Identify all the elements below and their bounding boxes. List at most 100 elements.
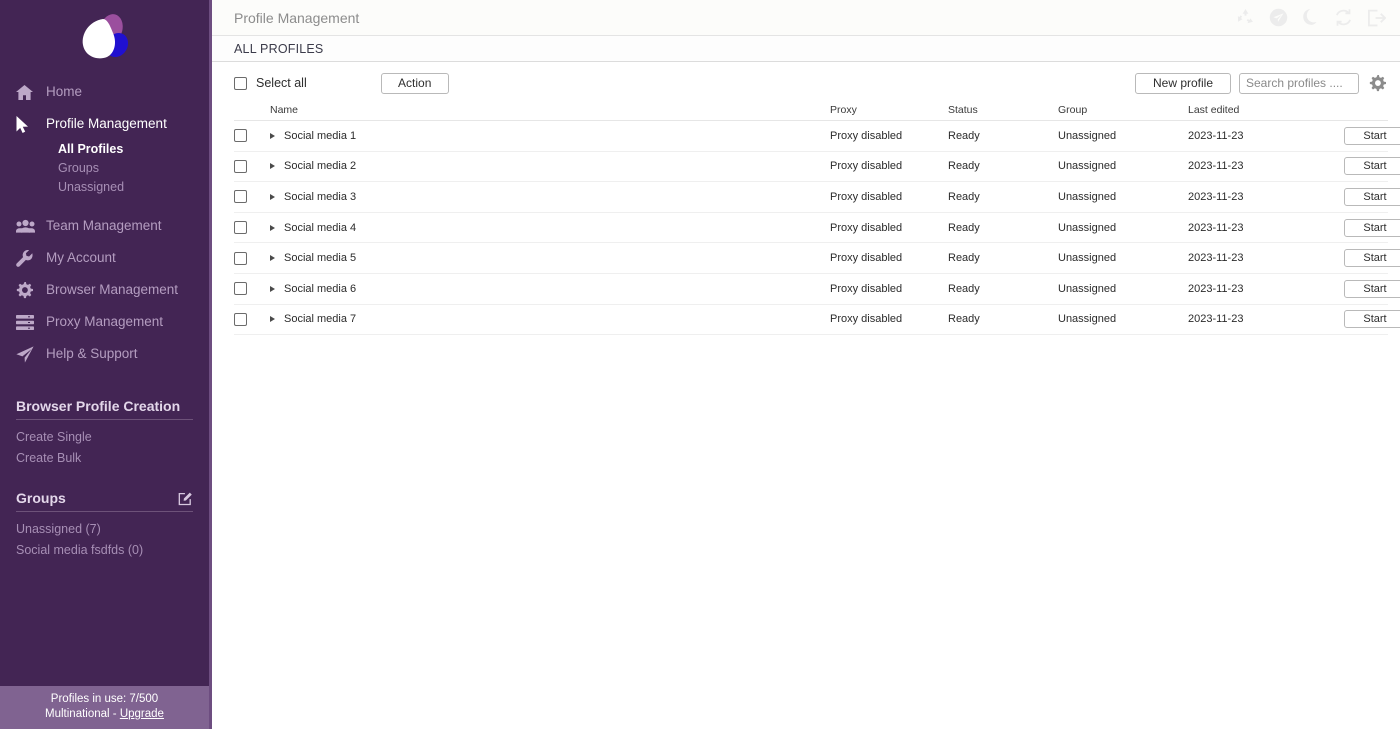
sidebar-item-label: Help & Support [46, 346, 138, 362]
butterfly-logo [82, 14, 128, 59]
row-last-edited: 2023-11-23 [1188, 313, 1244, 326]
row-name: Social media 5 [284, 252, 357, 265]
row-group: Unassigned [1058, 160, 1117, 173]
row-last-edited: 2023-11-23 [1188, 221, 1244, 234]
expand-caret-icon[interactable] [270, 163, 275, 170]
browser-profile-creation-section: Browser Profile Creation Create Single C… [0, 398, 209, 469]
row-group: Unassigned [1058, 282, 1117, 295]
refresh-icon[interactable] [1334, 8, 1353, 27]
moon-icon[interactable] [1302, 8, 1320, 27]
row-checkbox-cell [234, 251, 270, 265]
row-status: Ready [948, 160, 980, 173]
row-checkbox-cell [234, 312, 270, 326]
table-row[interactable]: Social media 2 Proxy disabled Ready Unassig… [234, 152, 1400, 183]
telegram-icon[interactable] [1269, 8, 1288, 27]
row-checkbox[interactable] [234, 190, 247, 204]
new-profile-button[interactable]: New profile [1135, 72, 1231, 94]
row-status: Ready [948, 221, 980, 234]
expand-caret-icon[interactable] [270, 316, 275, 323]
sidebar-item-label: Proxy Management [46, 314, 164, 330]
create-single-link[interactable]: Create Single [16, 427, 193, 448]
table-toolbar: Select all Action New profile [212, 67, 1400, 99]
start-button[interactable]: Start [1344, 310, 1400, 329]
row-checkbox[interactable] [234, 251, 247, 265]
select-all-checkbox[interactable] [234, 76, 247, 90]
row-name: Social media 2 [284, 160, 357, 173]
start-button[interactable]: Start [1344, 249, 1400, 268]
expand-caret-icon[interactable] [270, 132, 275, 139]
select-all-control[interactable]: Select all [234, 76, 307, 90]
expand-caret-icon[interactable] [270, 285, 275, 292]
sidebar-item-home[interactable]: Home [0, 76, 209, 108]
table-row[interactable]: Social media 1 Proxy disabled Ready Unassig… [234, 121, 1400, 152]
section-links: Create Single Create Bulk [16, 420, 193, 469]
row-last-edited: 2023-11-23 [1188, 252, 1244, 265]
tab-bar: ALL PROFILES [212, 36, 1400, 62]
sidebar-item-proxy-management[interactable]: Proxy Management [0, 306, 209, 338]
expand-caret-icon[interactable] [270, 224, 275, 231]
groups-section: Groups Unassigned (7) Social media fsdfd… [0, 490, 209, 561]
sidebar-subitem-unassigned[interactable]: Unassigned [58, 178, 209, 197]
search-input[interactable] [1239, 72, 1359, 94]
section-title: Browser Profile Creation [16, 398, 181, 414]
row-last-edited: 2023-11-23 [1188, 190, 1244, 203]
users-icon [16, 219, 46, 233]
main-content: Profile Management ALL PROFILES Select a… [212, 0, 1400, 729]
row-checkbox[interactable] [234, 312, 247, 326]
group-link-social-media[interactable]: Social media fsdfds (0) [16, 540, 193, 561]
row-name-cell: Social media 6 [270, 283, 830, 295]
row-status: Ready [948, 129, 980, 142]
row-last-edited: 2023-11-23 [1188, 160, 1244, 173]
group-link-unassigned[interactable]: Unassigned (7) [16, 519, 193, 540]
start-button[interactable]: Start [1344, 218, 1400, 237]
start-button[interactable]: Start [1344, 126, 1400, 145]
sidebar-subitem-all-profiles[interactable]: All Profiles [58, 140, 209, 159]
row-last-edited: 2023-11-23 [1188, 129, 1244, 142]
sidebar-item-help-support[interactable]: Help & Support [0, 338, 209, 370]
table-row[interactable]: Social media 6 Proxy disabled Ready Unassig… [234, 274, 1400, 305]
wrench-icon [16, 249, 46, 267]
row-name: Social media 1 [284, 129, 357, 142]
sidebar-footer: Profiles in use: 7/500 Multinational - U… [0, 686, 209, 729]
start-button[interactable]: Start [1344, 279, 1400, 298]
row-proxy: Proxy disabled [830, 221, 903, 234]
expand-caret-icon[interactable] [270, 255, 275, 262]
row-name: Social media 7 [284, 313, 357, 326]
start-button[interactable]: Start [1344, 157, 1400, 176]
table-row[interactable]: Social media 4 Proxy disabled Ready Unassig… [234, 213, 1400, 244]
send-icon [16, 345, 46, 363]
sidebar-subitem-groups[interactable]: Groups [58, 159, 209, 178]
row-checkbox[interactable] [234, 129, 247, 143]
create-bulk-link[interactable]: Create Bulk [16, 448, 193, 469]
row-checkbox[interactable] [234, 221, 247, 235]
expand-caret-icon[interactable] [270, 193, 275, 200]
header-icon-group [1236, 8, 1386, 27]
settings-gear-icon[interactable] [1367, 74, 1388, 92]
sidebar-item-my-account[interactable]: My Account [0, 242, 209, 274]
table-row[interactable]: Social media 5 Proxy disabled Ready Unassig… [234, 243, 1400, 274]
row-checkbox-cell [234, 221, 270, 235]
row-checkbox-cell [234, 129, 270, 143]
table-row[interactable]: Social media 7 Proxy disabled Ready Unassig… [234, 305, 1400, 336]
tab-all-profiles[interactable]: ALL PROFILES [234, 42, 323, 56]
row-name: Social media 6 [284, 282, 357, 295]
top-header: Profile Management [212, 0, 1400, 36]
table-row[interactable]: Social media 3 Proxy disabled Ready Unassig… [234, 182, 1400, 213]
start-button[interactable]: Start [1344, 187, 1400, 206]
sidebar-item-team-management[interactable]: Team Management [0, 210, 209, 242]
row-start-cell: Start [1338, 218, 1400, 237]
sidebar-item-profile-management[interactable]: Profile Management [0, 108, 209, 140]
column-header-last-edited: Last edited [1188, 103, 1240, 116]
edit-square-icon[interactable] [178, 491, 193, 506]
sidebar-item-browser-management[interactable]: Browser Management [0, 274, 209, 306]
row-checkbox[interactable] [234, 159, 247, 173]
row-proxy: Proxy disabled [830, 313, 903, 326]
row-checkbox[interactable] [234, 282, 247, 296]
recycle-icon[interactable] [1236, 8, 1255, 27]
section-title: Groups [16, 490, 66, 506]
logout-icon[interactable] [1367, 9, 1386, 27]
row-group: Unassigned [1058, 252, 1117, 265]
upgrade-link[interactable]: Upgrade [120, 708, 164, 720]
action-button[interactable]: Action [380, 72, 449, 94]
row-start-cell: Start [1338, 310, 1400, 329]
